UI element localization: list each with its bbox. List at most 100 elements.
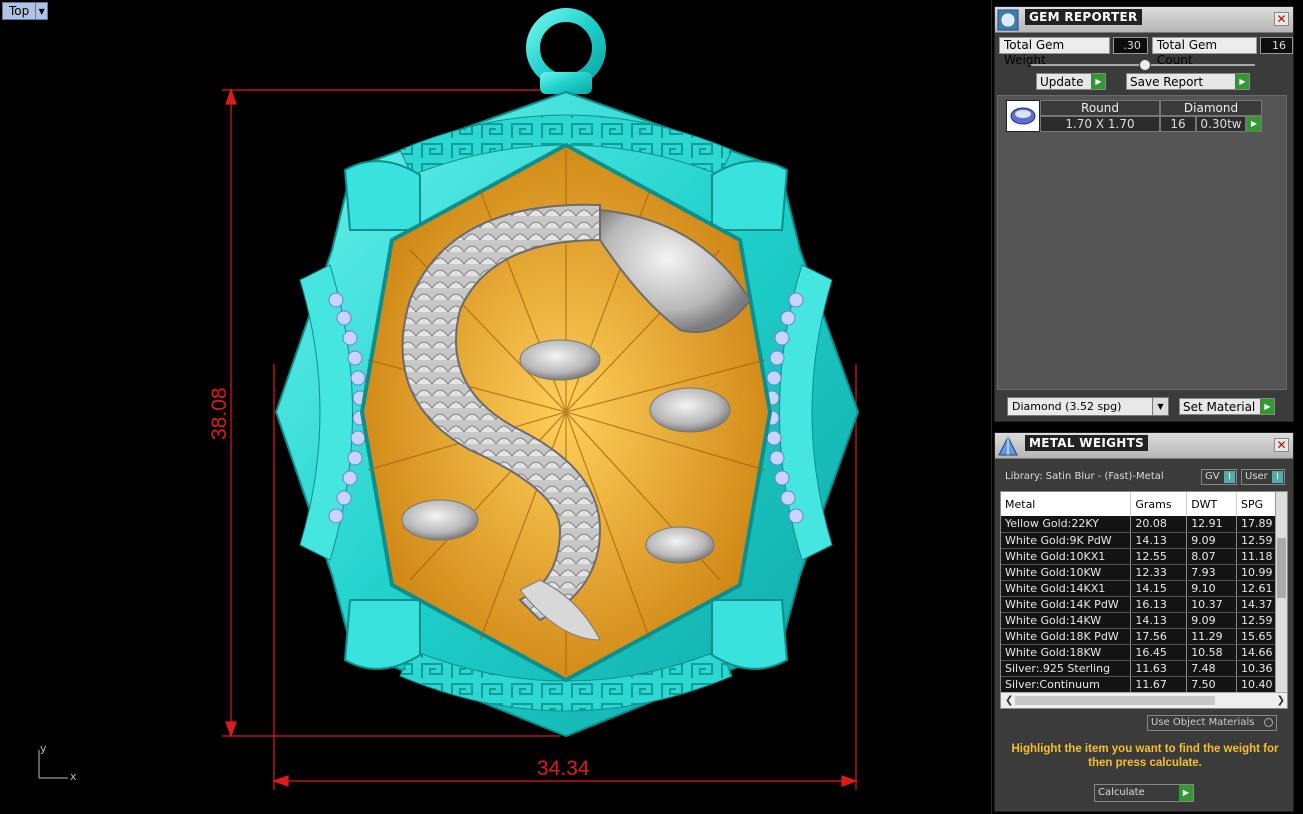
table-row[interactable]: Yellow Gold:22KY 20.08 12.91 17.89 — [1001, 516, 1277, 533]
bail-ring — [526, 8, 606, 88]
col-metal[interactable]: Metal — [1001, 492, 1132, 516]
viewport-top[interactable]: Top ▼ 34.34 38.08 y x — [0, 0, 992, 814]
gv-toggle[interactable]: GV I — [1201, 469, 1237, 485]
col-dwt[interactable]: DWT — [1186, 492, 1238, 516]
table-cell: 16.45 — [1130, 644, 1188, 661]
table-row[interactable]: White Gold:18K PdW 17.56 11.29 15.65 — [1001, 628, 1277, 645]
gem-list: Round Diamond 1.70 X 1.70 16 0.30tw ▶ — [997, 95, 1287, 390]
scroll-right-icon[interactable]: ❯ — [1277, 695, 1285, 706]
table-cell: 14.15 — [1130, 580, 1188, 597]
library-label: Library: Satin Blur - (Fast)-Metal — [1005, 471, 1164, 482]
play-icon: ▶ — [1091, 74, 1105, 89]
table-cell: 20.08 — [1130, 516, 1188, 533]
table-cell: Silver:Continuum — [1001, 676, 1132, 693]
gem-size: 1.70 X 1.70 — [1040, 116, 1160, 132]
save-report-button[interactable]: Save Report ▶ — [1126, 73, 1250, 90]
table-cell: 10.40 — [1236, 676, 1277, 693]
material-select[interactable]: Diamond (3.52 spg) ▼ — [1007, 397, 1169, 416]
gv-label: GV — [1205, 471, 1220, 482]
table-row[interactable]: Silver:.925 Sterling 11.63 7.48 10.36 — [1001, 660, 1277, 677]
axis-y-label: y — [40, 742, 47, 755]
gem-reporter-icon — [997, 9, 1019, 30]
metal-weights-table[interactable]: Metal Grams DWT SPG Yellow Gold:22KY 20.0… — [1000, 491, 1288, 709]
table-cell: 12.59 — [1236, 532, 1277, 549]
round-gem-icon — [1010, 107, 1036, 125]
save-report-label: Save Report — [1130, 74, 1204, 89]
close-icon[interactable]: ✕ — [1274, 438, 1289, 452]
instruction-text: Highlight the item you want to find the … — [1011, 743, 1279, 769]
table-cell: 12.61 — [1236, 580, 1277, 597]
calculate-button[interactable]: Calculate ▶ — [1094, 784, 1194, 802]
set-material-button[interactable]: Set Material ▶ — [1179, 398, 1275, 415]
gem-count: 16 — [1160, 116, 1196, 132]
table-cell: 11.18 — [1236, 548, 1277, 565]
table-cell: White Gold:14KX1 — [1001, 580, 1132, 597]
gem-reporter-titlebar[interactable]: GEM REPORTER ✕ — [995, 7, 1293, 33]
table-row[interactable]: White Gold:14KX1 14.15 9.10 12.61 — [1001, 580, 1277, 597]
user-toggle[interactable]: User I — [1241, 469, 1285, 485]
table-cell: 11.67 — [1130, 676, 1188, 693]
table-cell: White Gold:18KW — [1001, 644, 1132, 661]
table-row[interactable]: White Gold:14KW 14.13 9.09 12.59 — [1001, 612, 1277, 629]
table-cell: 11.29 — [1186, 628, 1238, 645]
use-object-materials-label: Use Object Materials — [1151, 717, 1255, 728]
material-select-value: Diamond (3.52 spg) — [1012, 400, 1122, 413]
col-spg[interactable]: SPG — [1236, 492, 1277, 516]
scrollbar-thumb[interactable] — [1277, 538, 1286, 598]
table-row[interactable]: White Gold:18KW 16.45 10.58 14.66 — [1001, 644, 1277, 661]
metal-weights-titlebar[interactable]: METAL WEIGHTS ✕ — [995, 433, 1293, 459]
dimension-height: 38.08 — [208, 387, 231, 440]
gem-row-play-icon[interactable]: ▶ — [1246, 116, 1262, 132]
scroll-left-icon[interactable]: ❮ — [1005, 695, 1013, 706]
update-button-label: Update — [1040, 74, 1084, 89]
update-button[interactable]: Update ▶ — [1036, 73, 1106, 90]
use-object-materials-option[interactable]: Use Object Materials — [1147, 715, 1277, 731]
radio-icon[interactable] — [1264, 718, 1273, 727]
gem-material: Diamond — [1160, 100, 1262, 116]
gem-thumbnail[interactable] — [1006, 100, 1040, 132]
table-cell: 10.37 — [1186, 596, 1238, 613]
table-cell: 9.10 — [1186, 580, 1238, 597]
table-cell: 7.50 — [1186, 676, 1238, 693]
table-cell: 11.63 — [1130, 660, 1188, 677]
col-grams[interactable]: Grams — [1130, 492, 1188, 516]
table-row[interactable]: White Gold:10KW 12.33 7.93 10.99 — [1001, 564, 1277, 581]
toggle-icon: I — [1224, 471, 1235, 483]
toggle-icon: I — [1272, 471, 1283, 483]
table-cell: White Gold:10KX1 — [1001, 548, 1132, 565]
table-cell: 17.89 — [1236, 516, 1277, 533]
table-cell: 14.37 — [1236, 596, 1277, 613]
table-cell: 10.58 — [1186, 644, 1238, 661]
play-icon: ▶ — [1235, 74, 1249, 89]
gem-reporter-title: GEM REPORTER — [1025, 9, 1142, 25]
table-row[interactable]: White Gold:14K PdW 16.13 10.37 14.37 — [1001, 596, 1277, 613]
vertical-scrollbar[interactable] — [1275, 492, 1287, 694]
table-cell: 15.65 — [1236, 628, 1277, 645]
table-cell: White Gold:14KW — [1001, 612, 1132, 629]
table-cell: White Gold:14K PdW — [1001, 596, 1132, 613]
table-cell: 7.93 — [1186, 564, 1238, 581]
table-cell: 10.99 — [1236, 564, 1277, 581]
table-cell: 9.09 — [1186, 612, 1238, 629]
horizontal-scrollbar[interactable]: ❮ ❯ — [1001, 692, 1287, 708]
calculate-label: Calculate — [1098, 787, 1145, 798]
chevron-down-icon[interactable]: ▼ — [1152, 398, 1168, 415]
table-row[interactable]: White Gold:10KX1 12.55 8.07 11.18 — [1001, 548, 1277, 565]
total-gem-weight-value: .30 — [1112, 37, 1148, 54]
table-cell: 14.66 — [1236, 644, 1277, 661]
gem-slider-handle[interactable] — [1139, 59, 1151, 71]
table-row[interactable]: White Gold:9K PdW 14.13 9.09 12.59 — [1001, 532, 1277, 549]
pendant-model[interactable] — [0, 0, 992, 814]
table-cell: 8.07 — [1186, 548, 1238, 565]
user-label: User — [1245, 471, 1268, 482]
table-cell: White Gold:9K PdW — [1001, 532, 1132, 549]
table-cell: 12.91 — [1186, 516, 1238, 533]
table-cell: 17.56 — [1130, 628, 1188, 645]
axis-x-label: x — [70, 770, 77, 783]
total-gem-weight-label: Total Gem Weight — [999, 37, 1110, 67]
gem-weight: 0.30tw — [1196, 116, 1246, 132]
table-row[interactable]: Silver:Continuum 11.67 7.50 10.40 — [1001, 676, 1277, 693]
scrollbar-thumb[interactable] — [1015, 696, 1215, 705]
table-cell: Yellow Gold:22KY — [1001, 516, 1132, 533]
close-icon[interactable]: ✕ — [1274, 12, 1289, 26]
